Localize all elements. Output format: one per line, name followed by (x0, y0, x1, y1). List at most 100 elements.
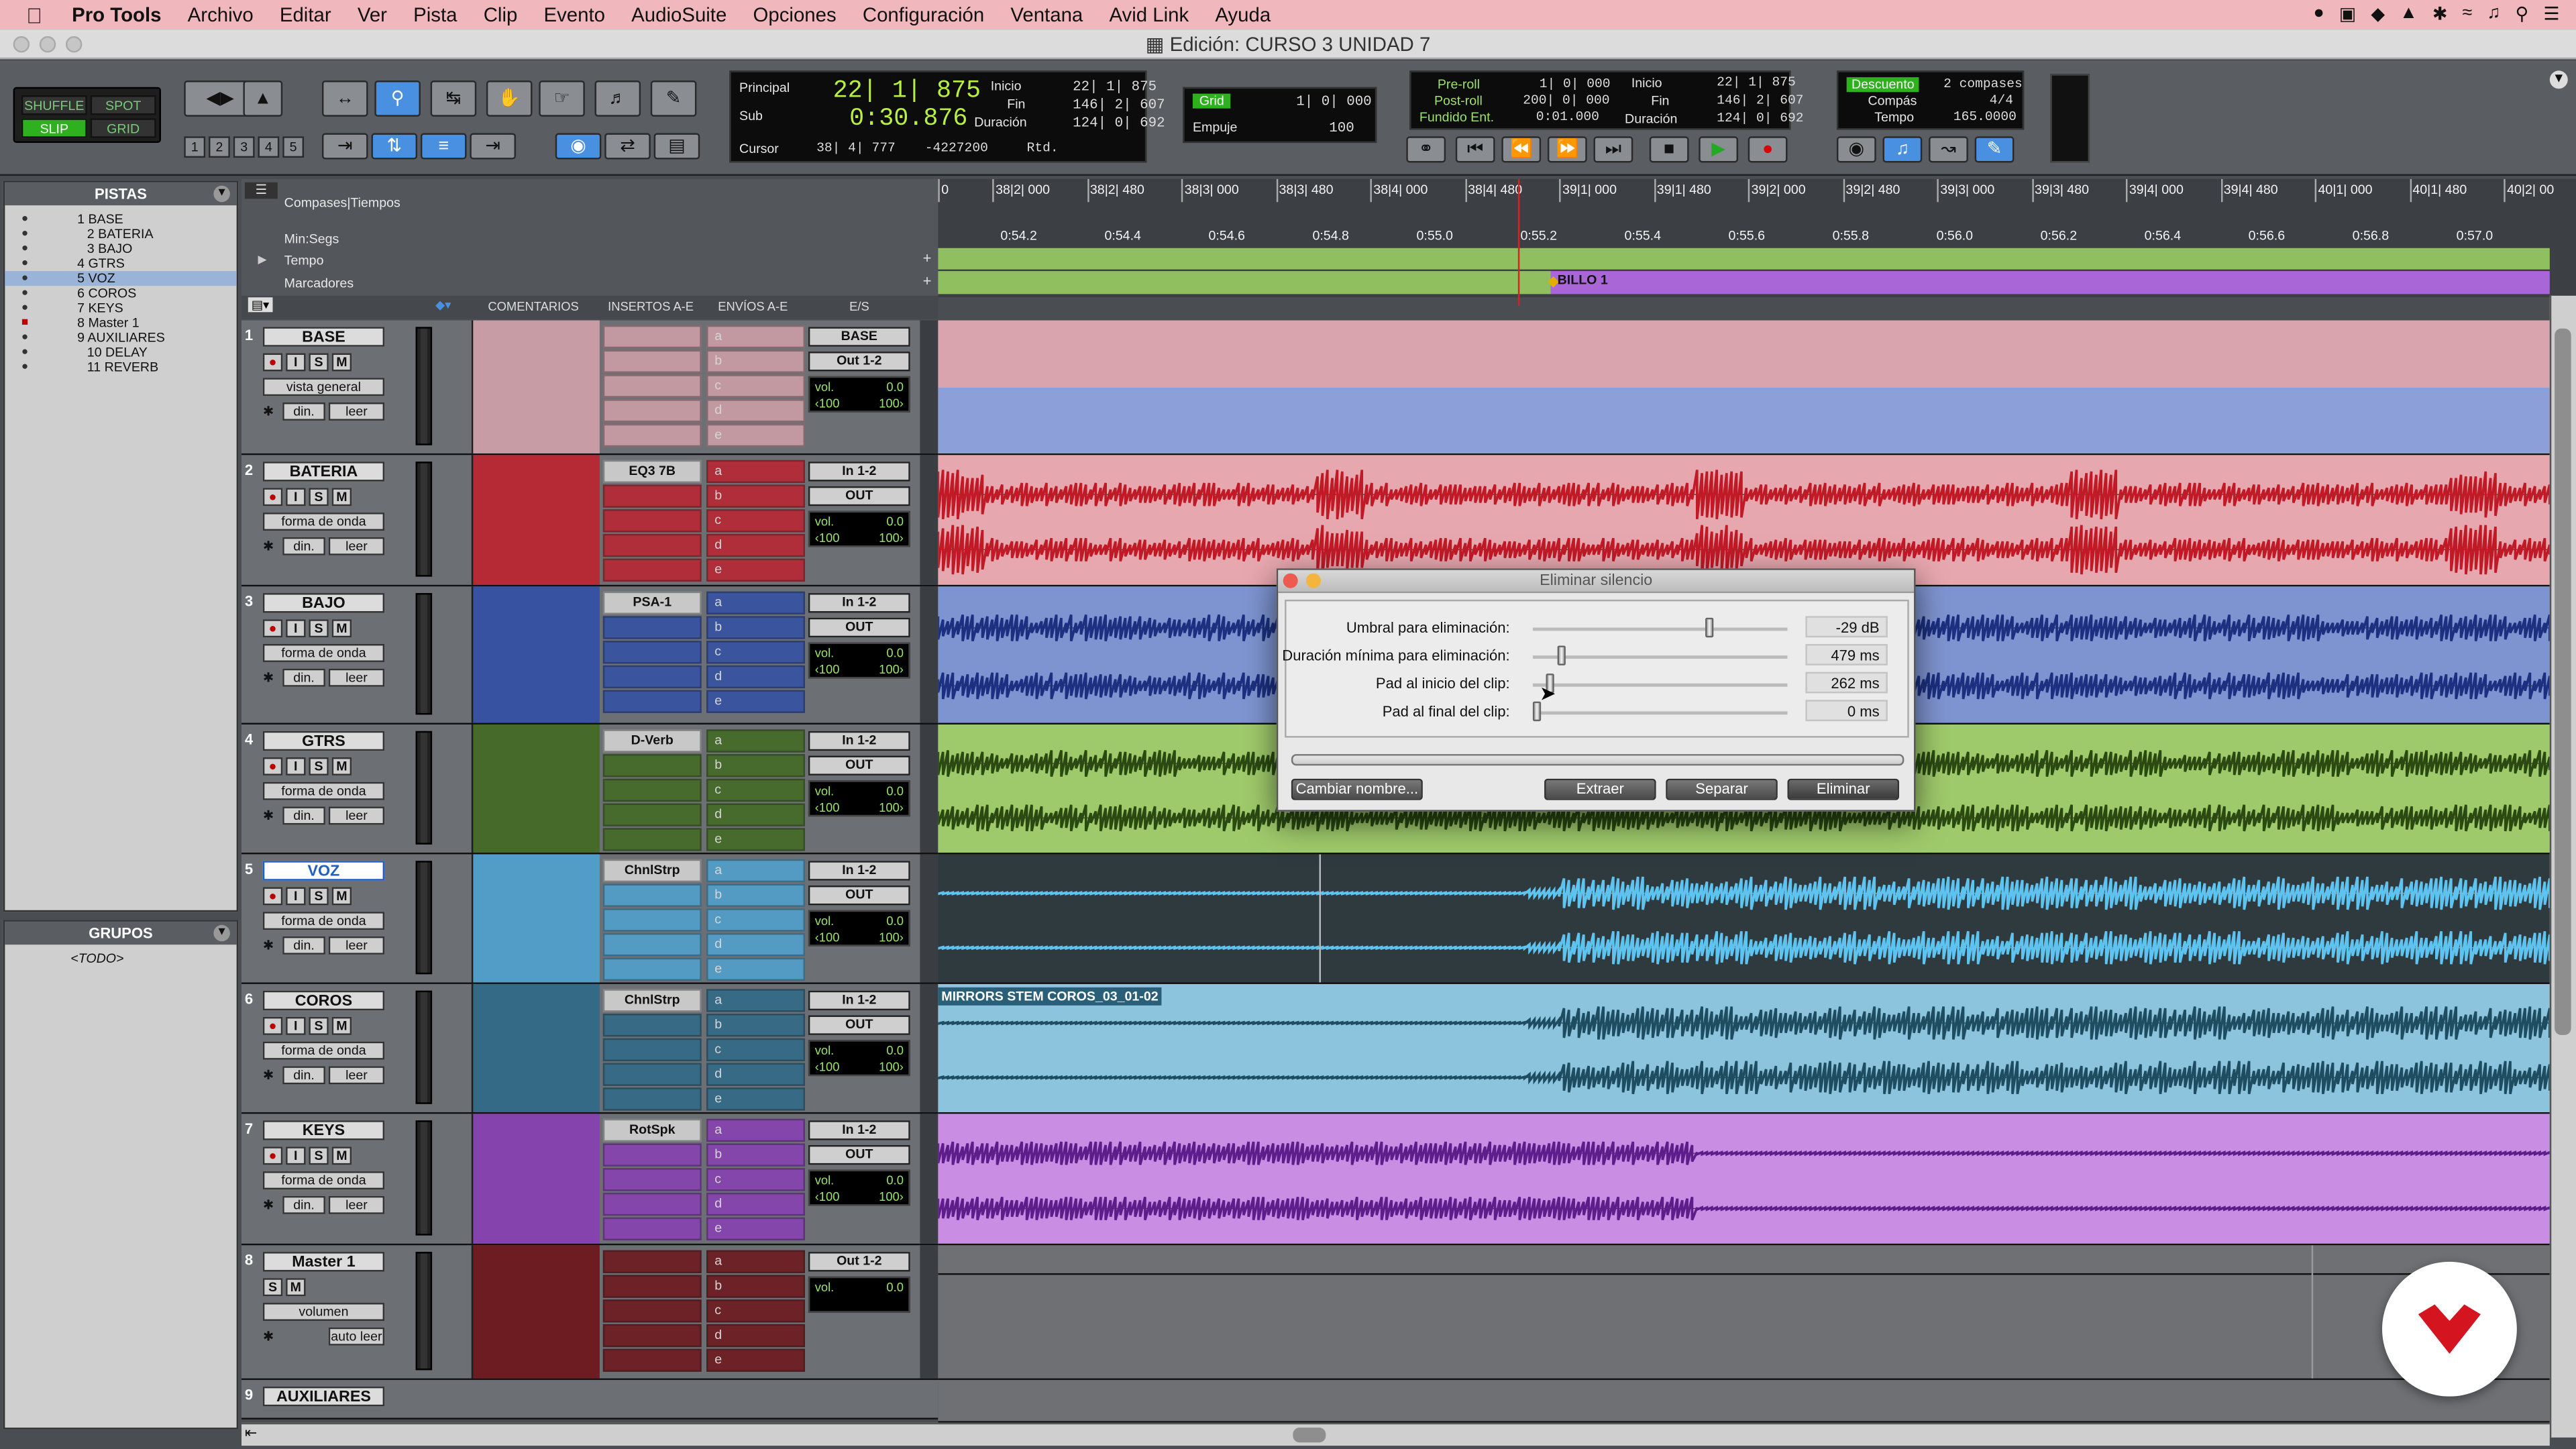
track-name[interactable]: BASE (262, 327, 385, 347)
track-options-icon[interactable]: ▤▾ (248, 297, 273, 313)
insert-slot[interactable] (602, 1087, 702, 1111)
send-slot[interactable]: d (706, 399, 806, 423)
comments-field[interactable] (471, 320, 600, 453)
grabber-tool-icon[interactable]: ✋ (486, 80, 533, 117)
list-item[interactable]: 11 REVERB (5, 360, 236, 374)
scroll-left-icon[interactable]: ⇤ (245, 1424, 257, 1442)
mute-button[interactable]: M (331, 1016, 352, 1035)
input-monitor-button[interactable]: I (286, 619, 306, 638)
group-item-all[interactable]: <TODO> (5, 945, 236, 966)
parameter-slider-track[interactable] (1532, 627, 1788, 631)
send-slot[interactable]: e (706, 1087, 806, 1111)
send-slot[interactable]: e (706, 558, 806, 582)
parameter-value-field[interactable]: 262 ms (1805, 672, 1888, 694)
automation-dyn[interactable]: din. (282, 806, 325, 825)
mode-grid[interactable]: GRID (90, 118, 156, 138)
insert-slot[interactable] (602, 690, 702, 713)
send-slot[interactable]: d (706, 1063, 806, 1086)
solo-button[interactable]: S (262, 1278, 283, 1297)
rewind-icon[interactable]: ⏪ (1501, 136, 1542, 163)
insert-slot[interactable]: ChnlStrp (602, 989, 702, 1012)
search-icon[interactable]: ⚲ (2516, 3, 2529, 24)
minsecs-ruler[interactable]: 0:54.2 0:54.4 0:54.6 0:54.8 0:55.0 0:55.2 0:55… (938, 225, 2576, 248)
insert-slot[interactable] (602, 423, 702, 447)
input-selector[interactable]: In 1-2 (808, 1120, 910, 1140)
separate-button[interactable]: Separar (1666, 778, 1778, 800)
volume-pan-display[interactable]: vol. 0.0 ‹100 100› (808, 642, 910, 679)
insert-slot[interactable] (602, 399, 702, 423)
zoom-window-button[interactable] (65, 36, 83, 53)
input-selector[interactable]: Out 1-2 (808, 1252, 910, 1272)
volume-pan-display[interactable]: vol. 0.0 ‹100 100› (808, 780, 910, 817)
apple-menu-icon[interactable]:  (0, 3, 59, 28)
insert-slot[interactable] (602, 778, 702, 802)
playlist-lane[interactable] (938, 320, 2550, 455)
mute-button[interactable]: M (331, 757, 352, 775)
menu-avid-link[interactable]: Avid Link (1096, 3, 1202, 26)
insert-slot[interactable]: RotSpk (602, 1118, 702, 1142)
list-item[interactable]: 5 VOZ (5, 271, 237, 286)
menu-opciones[interactable]: Opciones (740, 3, 849, 26)
track-view-selector[interactable]: forma de onda (262, 1041, 385, 1060)
insert-slot[interactable] (602, 1014, 702, 1037)
solo-button[interactable]: S (309, 1016, 329, 1035)
insert-slot[interactable] (602, 828, 702, 851)
parameter-slider-knob[interactable] (1705, 617, 1714, 638)
insert-slot[interactable] (602, 957, 702, 981)
send-slot[interactable]: e (706, 1217, 806, 1240)
playlist-lane[interactable] (938, 455, 2550, 587)
volume-pan-display[interactable]: vol. 0.0 ‹100 100› (808, 511, 910, 547)
automation-dyn[interactable]: din. (282, 1066, 325, 1085)
insert-slot[interactable] (602, 558, 702, 582)
grid-label[interactable]: Grid (1192, 93, 1231, 109)
automation-mode[interactable]: auto leer (328, 1327, 385, 1346)
insert-slot[interactable]: PSA-1 (602, 591, 702, 614)
send-slot[interactable]: a (706, 460, 806, 484)
parameter-slider-knob[interactable] (1557, 645, 1566, 665)
edit-window-menu-icon[interactable]: ☰ (244, 182, 278, 199)
strip-button[interactable]: Eliminar (1787, 778, 1900, 800)
metronome-icon[interactable]: ♫ (1882, 136, 1923, 163)
track-view-selector[interactable]: forma de onda (262, 912, 385, 930)
stop-icon[interactable]: ■ (1649, 136, 1689, 163)
fast-forward-icon[interactable]: ⏩ (1547, 136, 1587, 163)
menu-ayuda[interactable]: Ayuda (1202, 3, 1284, 26)
send-slot[interactable]: a (706, 989, 806, 1012)
mode-shuffle[interactable]: SHUFFLE (21, 95, 87, 115)
volume-icon[interactable]: ♫ (2487, 3, 2500, 25)
output-selector[interactable]: OUT (808, 755, 910, 775)
record-enable-button[interactable]: ● (262, 887, 283, 906)
zoom-tool-icon[interactable]: ⚲ (374, 80, 421, 117)
send-slot[interactable]: e (706, 690, 806, 713)
track-view-selector[interactable]: forma de onda (262, 513, 385, 531)
menu-audiosuite[interactable]: AudioSuite (619, 3, 740, 26)
tempo-expand-icon[interactable]: ▶ (258, 253, 266, 266)
parameter-value-field[interactable]: 0 ms (1805, 700, 1888, 722)
preroll-value[interactable]: 1| 0| 000 (1540, 77, 1611, 92)
menu-clip[interactable]: Clip (470, 3, 531, 26)
send-slot[interactable]: b (706, 484, 806, 508)
comments-field[interactable] (471, 724, 600, 853)
bars-ruler[interactable]: 0 38|2| 000 38|2| 480 38|3| 000 38|3| 480 38|… (938, 178, 2576, 215)
add-tempo-icon[interactable]: + (923, 250, 932, 266)
playhead[interactable] (1517, 178, 1520, 306)
send-slot[interactable]: b (706, 754, 806, 777)
send-slot[interactable]: d (706, 533, 806, 557)
input-selector[interactable]: In 1-2 (808, 990, 910, 1011)
close-window-button[interactable] (13, 36, 30, 53)
send-slot[interactable]: b (706, 350, 806, 373)
automation-mode[interactable]: leer (328, 668, 385, 687)
automation-mode[interactable]: leer (328, 1195, 385, 1214)
grid-value[interactable]: 1| 0| 000 (1296, 94, 1371, 110)
fade-value[interactable]: 0:01.000 (1536, 110, 1599, 125)
avid-icon[interactable]: ◆ (2371, 3, 2385, 24)
playlist-lane[interactable] (938, 854, 2550, 984)
extract-button[interactable]: Extraer (1544, 778, 1656, 800)
playlist-lane[interactable] (938, 1114, 2550, 1246)
rename-button[interactable]: Cambiar nombre... (1291, 778, 1423, 800)
automation-mode[interactable]: leer (328, 537, 385, 555)
send-slot[interactable]: c (706, 374, 806, 398)
menu-archivo[interactable]: Archivo (174, 3, 266, 26)
insert-slot[interactable] (602, 641, 702, 664)
track-header[interactable]: 9 AUXILIARES (241, 1380, 938, 1419)
